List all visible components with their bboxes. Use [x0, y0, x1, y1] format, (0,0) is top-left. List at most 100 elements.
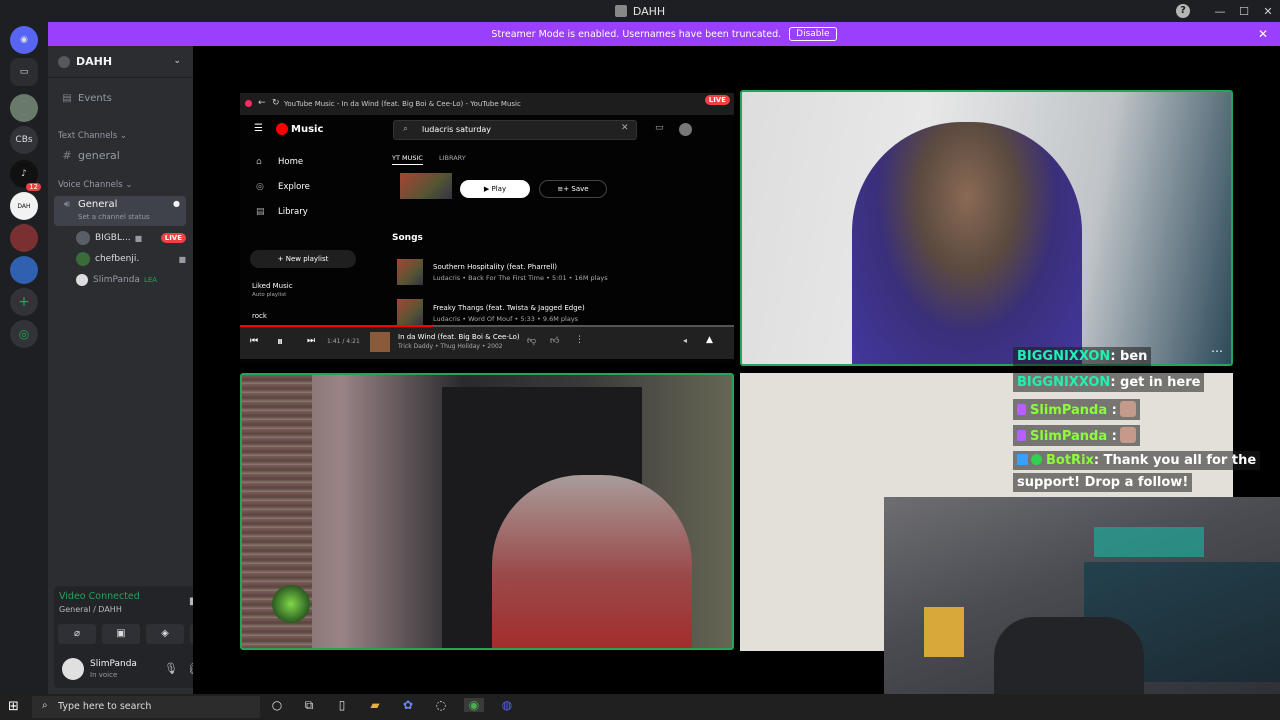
back-arrow-icon[interactable]: ← — [258, 98, 266, 108]
close-window-icon[interactable]: ✕ — [1256, 5, 1280, 18]
liked-music-item[interactable]: Liked Music Auto playlist — [252, 282, 293, 298]
now-playing[interactable]: In da Wind (feat. Big Boi & Cee-Lo) Tric… — [398, 333, 520, 350]
inbox-icon[interactable]: ▭ — [10, 58, 38, 86]
nav-explore[interactable]: ◎ Explore — [256, 182, 310, 192]
cortana-icon[interactable]: ○ — [267, 698, 287, 712]
song-row[interactable]: Freaky Thangs (feat. Twista & Jagged Edg… — [433, 304, 585, 323]
play-button[interactable]: ▶ Play — [460, 180, 530, 198]
menu-icon[interactable]: ☰ — [254, 123, 263, 134]
activities-button[interactable]: ◈ — [146, 624, 184, 644]
chrome-icon[interactable]: ◉ — [464, 698, 484, 712]
webcam-tile-main[interactable]: ⋯ — [740, 90, 1233, 366]
song-thumbnail[interactable] — [397, 299, 423, 325]
screen-share-button[interactable]: ▣ — [102, 624, 140, 644]
voice-user-name: BIGBL... — [95, 233, 131, 243]
speaker-icon: 🔊︎ — [63, 199, 71, 210]
playlist-rock[interactable]: rock — [252, 312, 267, 320]
user-avatar[interactable] — [62, 658, 84, 680]
more-options-icon[interactable]: ⋯ — [1211, 344, 1223, 358]
user-status: In voice — [90, 671, 118, 679]
liked-music-sub: Auto playlist — [252, 292, 287, 298]
channel-name: general — [78, 148, 120, 162]
discord-taskbar-icon[interactable]: ◍ — [497, 698, 517, 712]
app-icon[interactable]: ◌ — [431, 698, 451, 712]
voice-user-name: chefbenji. — [95, 254, 140, 264]
voice-user[interactable]: chefbenji. ■ — [76, 250, 186, 268]
nav-library[interactable]: ▤ Library — [256, 207, 308, 217]
server-cbs[interactable]: CBs — [10, 126, 38, 154]
maximize-icon[interactable]: ☐ — [1232, 5, 1256, 18]
now-playing-thumbnail[interactable] — [370, 332, 390, 352]
channel-general[interactable]: # general — [54, 145, 186, 165]
song-thumbnail[interactable] — [397, 259, 423, 285]
chat-bubble-icon[interactable]: ● — [173, 199, 180, 208]
discover-icon[interactable]: ◎ — [10, 320, 38, 348]
discord-home-icon[interactable]: ◉ — [10, 26, 38, 54]
search-input[interactable]: ludacris saturday — [393, 120, 637, 140]
volume-icon[interactable]: ◂ — [683, 336, 687, 345]
webcam-tile-secondary[interactable] — [240, 373, 734, 650]
server-icon-music[interactable]: ♪ 12 — [10, 160, 41, 191]
server-icon[interactable] — [10, 224, 38, 252]
text-channels-category[interactable]: Text Channels ⌄ — [58, 131, 127, 141]
disable-streamer-mode-button[interactable]: Disable — [789, 27, 837, 41]
windows-start-icon[interactable]: ⊞ — [8, 699, 19, 714]
ytmusic-logo-icon — [276, 123, 288, 135]
voice-user[interactable]: SlimPanda LEA — [76, 271, 186, 289]
tab-yt-music[interactable]: YT MUSIC — [392, 154, 423, 165]
close-banner-icon[interactable]: ✕ — [1258, 27, 1268, 41]
server-icon-dahh[interactable]: DAH — [10, 192, 38, 220]
save-button[interactable]: ≡+ Save — [539, 180, 607, 198]
previous-icon[interactable]: ⏮ — [250, 336, 258, 346]
voice-location[interactable]: General / DAHH — [59, 605, 122, 614]
camera-off-button[interactable]: ⌀ — [58, 624, 96, 644]
webcam-person — [852, 122, 1082, 364]
server-status-icon — [58, 55, 70, 68]
microphone-icon[interactable]: 🎙︎ — [164, 662, 178, 675]
help-icon[interactable]: ? — [1176, 4, 1190, 18]
account-avatar[interactable] — [679, 123, 692, 136]
copilot-icon[interactable]: ✿ — [398, 698, 418, 712]
file-icon[interactable]: ▯ — [332, 698, 352, 712]
new-playlist-button[interactable]: + New playlist — [250, 250, 356, 268]
song-row[interactable]: Southern Hospitality (feat. Pharrell) Lu… — [433, 263, 608, 282]
screen-share-tile[interactable]: ← ↻ YouTube Music - In da Wind (feat. Bi… — [240, 93, 734, 363]
album-thumbnail[interactable] — [400, 173, 452, 199]
more-options-icon[interactable]: ⋮ — [575, 335, 584, 345]
playback-progress[interactable] — [240, 325, 734, 327]
add-server-icon[interactable]: + — [10, 288, 38, 316]
ytmusic-logo[interactable]: Music — [276, 123, 323, 135]
minimize-icon[interactable]: — — [1208, 5, 1232, 18]
events-label: Events — [78, 92, 112, 104]
side-table — [924, 607, 964, 657]
voice-user[interactable]: BIGBL... ■ LIVE — [76, 229, 186, 247]
channel-status[interactable]: Set a channel status — [78, 213, 150, 221]
like-icon[interactable]: 👍︎ — [550, 336, 559, 346]
server-icon[interactable] — [10, 94, 38, 122]
pause-icon[interactable]: ⏸ — [277, 334, 283, 349]
next-icon[interactable]: ⏭ — [307, 336, 315, 346]
task-view-icon[interactable]: ⧉ — [299, 698, 319, 713]
camera-icon: ■ — [178, 254, 186, 264]
cast-icon[interactable]: ▭ — [655, 123, 664, 133]
server-header[interactable]: DAHH ⌄ — [48, 46, 193, 78]
events-item[interactable]: ▤ Events — [54, 88, 186, 108]
led-headboard — [1094, 527, 1204, 557]
refresh-icon[interactable]: ↻ — [272, 98, 280, 108]
taskbar-search-input[interactable]: Type here to search — [32, 696, 260, 718]
nav-home[interactable]: ⌂ Home — [256, 157, 303, 167]
voice-channel-general[interactable]: 🔊︎ General ● Set a channel status — [54, 196, 186, 226]
pip-webcam[interactable] — [884, 497, 1280, 720]
chat-message: BIGGNIXXON: ben — [1013, 347, 1152, 366]
file-explorer-icon[interactable]: ▰ — [365, 698, 385, 712]
compass-icon: ◎ — [256, 182, 264, 192]
clear-search-icon[interactable]: ✕ — [621, 123, 629, 133]
chevron-down-icon: ⌄ — [173, 56, 181, 66]
server-icon[interactable] — [10, 256, 38, 284]
voice-channels-category[interactable]: Voice Channels ⌄ — [58, 180, 132, 190]
app-logo-icon — [614, 5, 627, 17]
dislike-icon[interactable]: 👎︎ — [527, 336, 536, 346]
voice-channel-name: General — [78, 199, 118, 210]
expand-player-icon[interactable]: ▲ — [706, 335, 713, 345]
tab-library[interactable]: LIBRARY — [439, 154, 466, 165]
